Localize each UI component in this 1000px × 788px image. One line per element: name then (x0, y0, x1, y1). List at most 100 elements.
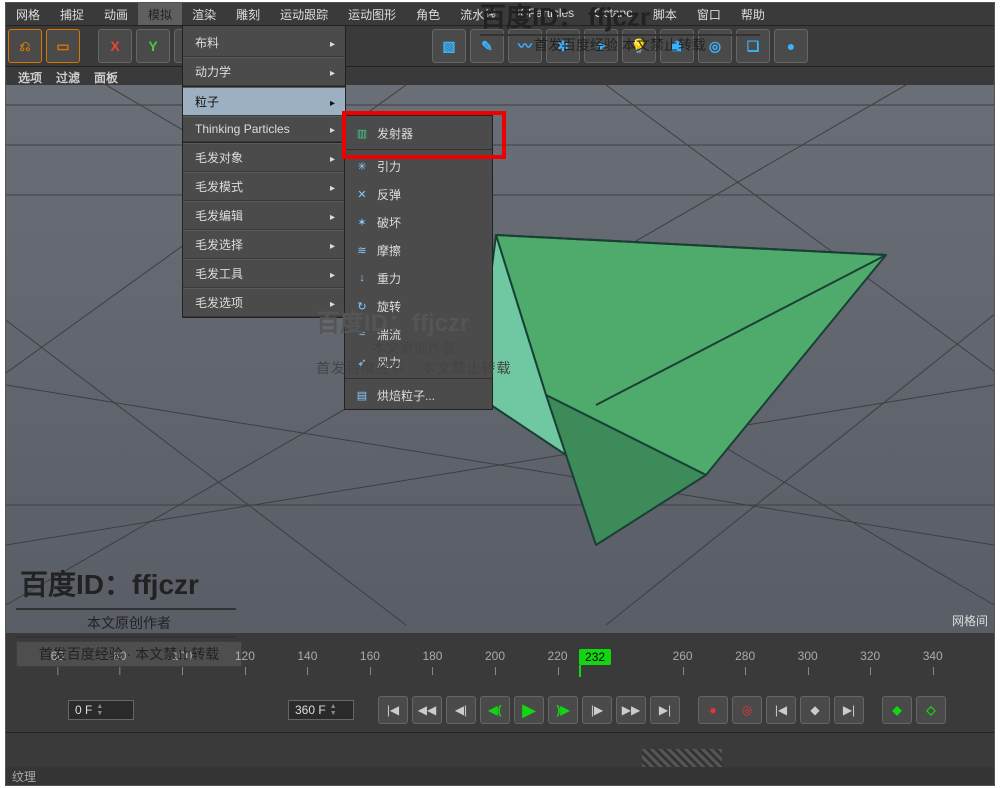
menu-item[interactable]: ↓重力 (345, 264, 492, 292)
key-prev-button[interactable]: |◀ (766, 696, 796, 724)
play-forward-button[interactable]: ▶ (514, 696, 544, 724)
cube-icon[interactable]: ▧ (432, 29, 466, 63)
go-start-button[interactable]: |◀ (378, 696, 408, 724)
menu-item-label: 反弹 (377, 186, 401, 203)
menu-item[interactable]: X-Particles (506, 3, 584, 26)
step-back-button[interactable]: ◀| (446, 696, 476, 724)
frame-end-input[interactable]: 360 F ▲▼ (288, 700, 354, 720)
menu-item[interactable]: 毛发选项 (183, 288, 345, 317)
paper-plane-object[interactable] (6, 85, 994, 625)
viewport-grid-label: 网格间 (952, 612, 988, 629)
menu-item[interactable]: 毛发工具 (183, 259, 345, 288)
menu-item[interactable]: 流水线 (450, 3, 506, 26)
timeline-playhead[interactable]: 232 (579, 649, 611, 665)
menu-item[interactable]: 毛发编辑 (183, 201, 345, 230)
bottom-panel (6, 732, 994, 767)
menu-item[interactable]: 帮助 (731, 3, 775, 26)
next-key-button[interactable]: ▶▶ (616, 696, 646, 724)
menu-item[interactable]: 运动图形 (338, 3, 406, 26)
menu-item-label: 摩擦 (377, 242, 401, 259)
tool-button[interactable]: ▭ (46, 29, 80, 63)
menu-item[interactable]: 角色 (406, 3, 450, 26)
resize-handle[interactable] (642, 749, 722, 767)
marker-b-button[interactable]: ◇ (916, 696, 946, 724)
menu-item[interactable]: 脚本 (643, 3, 687, 26)
pen-icon[interactable]: ✎ (470, 29, 504, 63)
menu-item-label: 引力 (377, 158, 401, 175)
subtab-options[interactable]: 选项 (18, 69, 42, 86)
menu-item[interactable]: 布料 (183, 29, 345, 57)
menu-item[interactable]: 运动跟踪 (270, 3, 338, 26)
wind-icon: ➶ (353, 353, 371, 371)
menu-item-label: 破坏 (377, 214, 401, 231)
axis-x-button[interactable]: X (98, 29, 132, 63)
menu-item[interactable]: ▤烘焙粒子... (345, 381, 492, 409)
menu-item[interactable]: ≋摩擦 (345, 236, 492, 264)
menu-item[interactable]: ✕反弹 (345, 180, 492, 208)
menu-item-label: 重力 (377, 270, 401, 287)
main-menu-bar: 网格捕捉动画模拟渲染雕刻运动跟踪运动图形角色流水线X-ParticlesOcta… (6, 3, 994, 25)
timeline-tick: 100 (172, 649, 192, 663)
menu-item[interactable]: ✶ 破坏 (345, 208, 492, 236)
prev-key-button[interactable]: ◀◀ (412, 696, 442, 724)
viewport-subtabs: 选项 过滤 面板 (18, 69, 118, 86)
menu-item-label: 湍流 (377, 326, 401, 343)
menu-item[interactable]: 动力学 (183, 57, 345, 86)
sphere-icon[interactable]: ● (774, 29, 808, 63)
marker-a-button[interactable]: ◆ (882, 696, 912, 724)
menu-item[interactable]: Octane (584, 3, 643, 26)
status-label: 纹理 (12, 768, 36, 785)
destroy-icon: ✶ (353, 213, 371, 231)
menu-item[interactable]: 模拟 (138, 3, 182, 26)
menu-item[interactable]: 动画 (94, 3, 138, 26)
bend-icon[interactable]: 〰 (508, 29, 542, 63)
menu-item[interactable]: 毛发选择 (183, 230, 345, 259)
atom-icon[interactable]: ✲ (546, 29, 580, 63)
axis-y-button[interactable]: Y (136, 29, 170, 63)
menu-item[interactable]: 网格 (6, 3, 50, 26)
timeline-tick: 180 (422, 649, 442, 663)
menu-item[interactable]: ≈湍流 (345, 320, 492, 348)
target-icon[interactable]: ◎ (698, 29, 732, 63)
menu-item[interactable]: 毛发对象 (183, 143, 345, 172)
menu-item[interactable]: ▥发射器 (345, 119, 492, 147)
autokey-button[interactable]: ◎ (732, 696, 762, 724)
menu-item[interactable]: 渲染 (182, 3, 226, 26)
menu-item[interactable]: 粒子 (183, 87, 345, 116)
timeline-tick: 120 (235, 649, 255, 663)
camera-icon[interactable]: ✦ (584, 29, 618, 63)
menu-item[interactable]: 捕捉 (50, 3, 94, 26)
human-icon[interactable]: ☗ (660, 29, 694, 63)
timeline-tick: 300 (798, 649, 818, 663)
play-back-button[interactable]: ◀( (480, 696, 510, 724)
frame-start-input[interactable]: 0 F ▲▼ (68, 700, 134, 720)
timeline-tick: 200 (485, 649, 505, 663)
tool-button[interactable]: ⎌ (8, 29, 42, 63)
menu-item[interactable]: 雕刻 (226, 3, 270, 26)
menu-item[interactable]: ↻旋转 (345, 292, 492, 320)
timeline-tick: 320 (860, 649, 880, 663)
particle-submenu: ▥发射器 ✳引力✕反弹 ✶ 破坏 ≋摩擦↓重力↻旋转≈湍流➶风力 ▤烘焙粒子... (344, 115, 493, 410)
status-bar: 纹理 (6, 767, 994, 785)
subtab-panel[interactable]: 面板 (94, 69, 118, 86)
key-set-button[interactable]: ◆ (800, 696, 830, 724)
subtab-filter[interactable]: 过滤 (56, 69, 80, 86)
step-fwd-button[interactable]: |▶ (582, 696, 612, 724)
menu-item[interactable]: ✳引力 (345, 152, 492, 180)
go-end-button[interactable]: ▶| (650, 696, 680, 724)
light-icon[interactable]: 💡 (622, 29, 656, 63)
play-fwd-button[interactable]: )▶ (548, 696, 578, 724)
menu-item[interactable]: Thinking Particles (183, 116, 345, 142)
menu-item-label: 发射器 (377, 125, 413, 142)
main-toolbar: ⎌ ▭ X Y Z ▧✎〰✲✦💡☗◎❏● (6, 25, 994, 67)
3d-viewport[interactable] (6, 85, 994, 633)
timeline-tick: 60 (51, 649, 64, 663)
record-button[interactable]: ● (698, 696, 728, 724)
menu-item[interactable]: ➶风力 (345, 348, 492, 376)
menu-item[interactable]: 毛发模式 (183, 172, 345, 201)
simulate-menu: 布料动力学粒子Thinking Particles毛发对象毛发模式毛发编辑毛发选… (182, 25, 346, 318)
layers-icon[interactable]: ❏ (736, 29, 770, 63)
menu-item[interactable]: 窗口 (687, 3, 731, 26)
timeline-ruler[interactable]: 6080100120140160180200220260280300320340… (6, 649, 994, 687)
key-next-button[interactable]: ▶| (834, 696, 864, 724)
